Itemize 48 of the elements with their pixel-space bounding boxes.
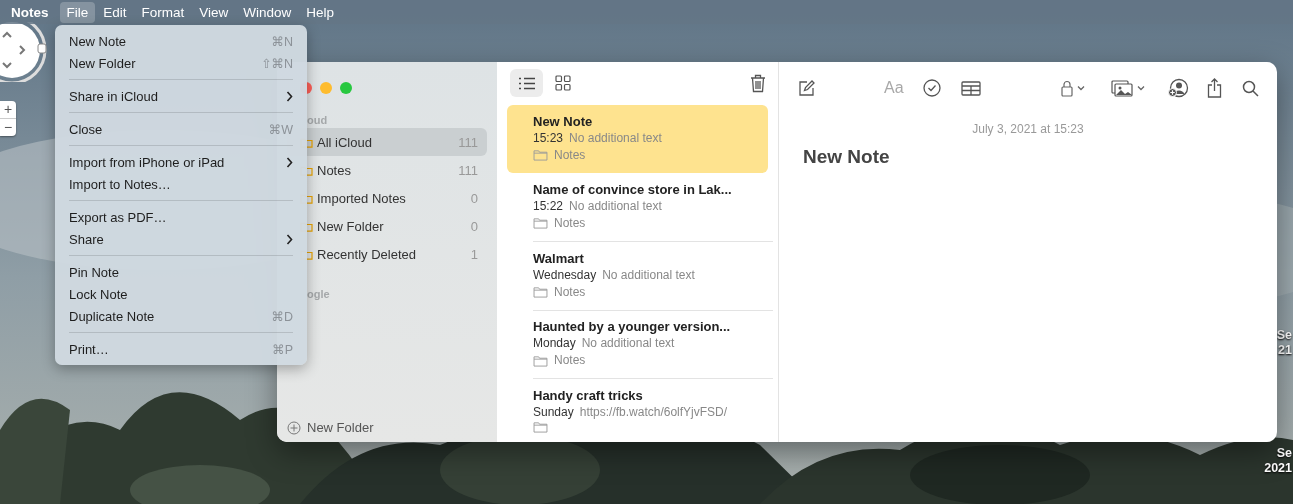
note-title: New Note [533,112,594,130]
menu-item-label: New Folder [69,55,136,71]
note-time: Wednesday [533,266,597,284]
note-count: 1 [470,246,478,262]
note-count: 0 [470,190,478,206]
note-count: 111 [458,162,478,178]
desktop-icon-label: 21 [1278,343,1292,358]
section-header: oud [307,114,328,126]
note-title: Handy craft tricks [533,387,644,404]
note-time: 15:23 [533,129,564,147]
menu-item-label: Lock Note [69,286,128,302]
note-date: July 3, 2021 at 15:23 [971,122,1085,136]
menu-item-label: Pin Note [69,264,119,280]
note-count: 0 [470,218,478,234]
note-folder: Notes [554,146,586,164]
section-header: ogle [307,288,330,300]
note-time: Monday [533,335,576,353]
menu-item-label: Export as PDF… [69,209,167,225]
menu-item-label: Close [69,121,103,137]
desktop-icon-label: Se [1276,446,1292,461]
menu-item-label: New Note [69,33,127,49]
menu-item-label: Share in iCloud [69,88,158,104]
note-folder: Notes [554,283,586,301]
menu-item-label: Duplicate Note [69,308,155,324]
menu-item-label: Import from iPhone or iPad [69,154,225,170]
shortcut-label: ⌘D [271,308,293,324]
note-heading: New Note [803,146,891,168]
shortcut-label: ⌘N [271,33,293,49]
note-preview: No additional text [569,129,662,147]
note-title: Name of convince store in Lak... [533,180,733,198]
note-folder: Notes [554,352,586,370]
shortcut-label: ⇧⌘N [261,55,293,71]
note-title: Haunted by a younger version... [533,318,732,336]
note-preview: No additional text [569,197,662,215]
shortcut-label: ⌘P [272,341,293,357]
note-time: Sunday [533,404,574,421]
desktop-icon-label: 2021 [1264,461,1292,476]
note-preview: No additional text [581,335,675,353]
note-preview: https://fb.watch/6olfYjvFSD/ [579,404,728,421]
menu-item-label: Import to Notes… [69,176,171,192]
menu-item-label: Share [69,231,104,247]
note-title: Walmart [533,249,585,267]
desktop-icon-label: Se [1276,328,1292,343]
note-count: 111 [458,134,478,150]
note-preview: No additional text [602,266,695,284]
note-time: 15:22 [533,197,564,215]
menu-item-label: Print… [69,341,109,357]
note-folder: Notes [554,214,586,232]
